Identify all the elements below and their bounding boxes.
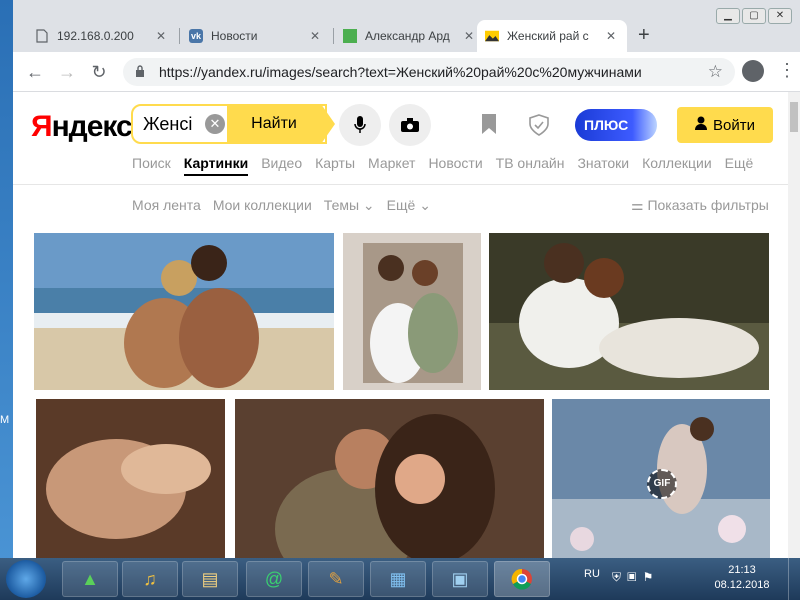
back-icon[interactable]: ← [23, 60, 47, 84]
logo-first-letter: Я [31, 110, 53, 143]
login-button[interactable]: Войти [677, 107, 773, 143]
taskbar-notes-icon[interactable]: ▦ [370, 561, 426, 597]
lock-icon [135, 65, 149, 79]
clear-search-icon[interactable]: ✕ [205, 114, 225, 134]
service-znatoki[interactable]: Знатоки [577, 155, 629, 176]
yandex-page: Яндекс ✕ Найти ПЛЮС Войти Поиск Картинки… [13, 92, 788, 558]
image-result-embrace-close[interactable] [235, 399, 544, 558]
taskbar: ▲ ♫ ▤ @ ✎ ▦ ▣ RU ⛨▣⚑ 21:13 08.12.2018 [0, 558, 800, 600]
tab-title: 192.168.0.200 [57, 29, 134, 43]
close-window-icon[interactable]: ✕ [768, 8, 792, 24]
bookmark-icon[interactable] [480, 114, 498, 140]
services-nav: Поиск Картинки Видео Карты Маркет Новост… [132, 155, 766, 176]
camera-search-icon[interactable] [389, 104, 431, 146]
filters-label: Показать фильтры [647, 197, 769, 213]
tray-icons[interactable]: ⛨▣⚑ [612, 570, 659, 585]
close-tab-icon[interactable]: ✕ [461, 29, 477, 43]
tab-4-active[interactable]: Женский рай с ✕ [477, 20, 627, 52]
reload-icon[interactable]: ↻ [87, 60, 111, 84]
new-tab-icon[interactable]: + [638, 24, 650, 47]
clock-time: 21:13 [728, 564, 756, 576]
show-filters-button[interactable]: ⚌ Показать фильтры [631, 197, 769, 214]
maximize-icon[interactable]: ▢ [742, 8, 766, 24]
shield-icon[interactable] [529, 114, 549, 142]
subnav-more[interactable]: Ещё ⌄ [387, 197, 431, 214]
logo-rest: ндекс [51, 110, 133, 143]
page-icon [35, 29, 49, 43]
service-images[interactable]: Картинки [183, 155, 249, 176]
clock-date: 08.12.2018 [714, 579, 770, 591]
browser-toolbar: ← → ↻ https://yandex.ru/images/search?te… [13, 52, 800, 92]
yandex-images-icon [485, 29, 499, 43]
profile-avatar-icon[interactable] [742, 60, 764, 82]
filters-icon: ⚌ [631, 197, 644, 213]
find-button[interactable]: Найти [227, 104, 321, 144]
tab-1[interactable]: 192.168.0.200 ✕ [27, 20, 177, 52]
desktop-edge-text: M [0, 414, 10, 426]
close-tab-icon[interactable]: ✕ [153, 29, 169, 43]
tab-title: Женский рай с [507, 29, 589, 43]
browser-window: 192.168.0.200 ✕ vk Новости ✕ Александр А… [13, 0, 800, 558]
gif-badge: GIF [647, 469, 677, 499]
address-bar[interactable]: https://yandex.ru/images/search?text=Жен… [123, 58, 735, 86]
tab-3[interactable]: Александр Ард ✕ [335, 20, 485, 52]
window-controls: ▁ ▢ ✕ [716, 8, 792, 24]
vk-icon: vk [189, 29, 203, 43]
taskbar-paint-icon[interactable]: ✎ [308, 561, 364, 597]
green-square-icon [343, 29, 357, 43]
login-label: Войти [713, 116, 755, 134]
taskbar-mail-icon[interactable]: @ [246, 561, 302, 597]
image-result-hands[interactable] [36, 399, 225, 558]
subnav-my-collections[interactable]: Мои коллекции [213, 197, 312, 214]
taskbar-music-icon[interactable]: ♫ [122, 561, 178, 597]
user-icon [695, 116, 707, 134]
subnav-feed[interactable]: Моя лента [132, 197, 201, 214]
taskbar-chrome-icon[interactable] [494, 561, 550, 597]
close-tab-icon[interactable]: ✕ [603, 29, 619, 43]
forward-icon[interactable]: → [55, 60, 79, 84]
voice-search-icon[interactable] [339, 104, 381, 146]
search-input[interactable] [133, 106, 205, 142]
scrollbar-thumb[interactable] [790, 102, 798, 132]
service-search[interactable]: Поиск [132, 155, 171, 176]
subnav-topics[interactable]: Темы ⌄ [324, 197, 375, 214]
service-maps[interactable]: Карты [315, 155, 355, 176]
image-result-beach-couple[interactable] [34, 233, 334, 390]
url-text: https://yandex.ru/images/search?text=Жен… [159, 64, 642, 80]
menu-dots-icon[interactable]: ⋮ [778, 60, 796, 81]
page-scrollbar[interactable] [788, 92, 800, 558]
tab-separator [333, 28, 334, 44]
tab-title: Александр Ард [365, 29, 450, 43]
header-divider [13, 184, 788, 185]
service-collections[interactable]: Коллекции [642, 155, 712, 176]
start-button-icon[interactable] [6, 560, 46, 598]
service-tv[interactable]: ТВ онлайн [496, 155, 565, 176]
service-more[interactable]: Ещё [725, 155, 754, 176]
bookmark-star-icon[interactable]: ☆ [708, 62, 723, 82]
show-desktop-button[interactable] [788, 558, 800, 600]
find-button-arrow [321, 104, 335, 144]
tab-separator [179, 28, 180, 44]
language-indicator[interactable]: RU [584, 568, 600, 580]
service-video[interactable]: Видео [261, 155, 302, 176]
service-news[interactable]: Новости [428, 155, 482, 176]
minimize-icon[interactable]: ▁ [716, 8, 740, 24]
tab-2[interactable]: vk Новости ✕ [181, 20, 331, 52]
tab-title: Новости [211, 29, 258, 43]
taskbar-app-a-icon[interactable]: ▲ [62, 561, 118, 597]
close-tab-icon[interactable]: ✕ [307, 29, 323, 43]
image-result-kiss-kitchen[interactable] [343, 233, 481, 390]
image-result-couple-water[interactable] [489, 233, 769, 390]
service-market[interactable]: Маркет [368, 155, 415, 176]
images-subnav: Моя лента Мои коллекции Темы ⌄ Ещё ⌄ [132, 197, 443, 214]
tab-strip: 192.168.0.200 ✕ vk Новости ✕ Александр А… [13, 0, 800, 52]
plus-button[interactable]: ПЛЮС [575, 109, 657, 141]
taskbar-control-panel-icon[interactable]: ▣ [432, 561, 488, 597]
image-result-romantic-painting-gif[interactable]: GIF [552, 399, 770, 558]
clock[interactable]: 21:13 08.12.2018 [712, 563, 772, 593]
taskbar-folder-icon[interactable]: ▤ [182, 561, 238, 597]
yandex-logo[interactable]: Яндекс [31, 110, 133, 144]
